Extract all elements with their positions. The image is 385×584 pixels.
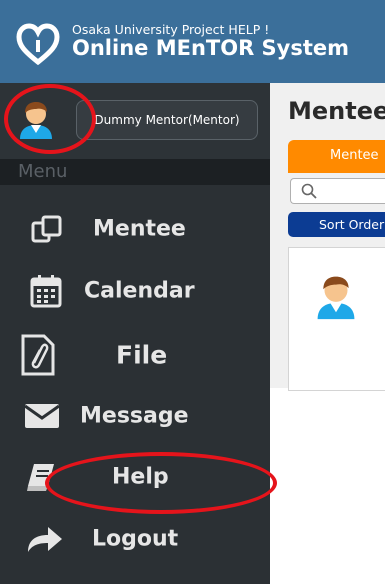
menu-label: Menu <box>18 161 68 182</box>
main-panel: Mentee Mentee Sort Order <box>270 83 385 584</box>
user-row: Dummy Mentor(Mentor) <box>0 83 270 159</box>
avatar <box>317 276 355 320</box>
sidebar-item-label: Mentee <box>93 216 186 242</box>
sidebar-item-label: Message <box>80 403 189 429</box>
sidebar-item-label: Logout <box>92 526 179 552</box>
mentee-card[interactable] <box>288 247 385 391</box>
search-input[interactable] <box>290 178 385 204</box>
main-header-area: Mentee Mentee Sort Order <box>270 83 385 391</box>
sidebar-item-mentee[interactable]: Mentee <box>0 198 270 260</box>
tab-mentee[interactable]: Mentee <box>288 140 385 173</box>
user-name: Dummy Mentor(Mentor) <box>94 113 240 127</box>
sidebar-item-logout[interactable]: Logout <box>0 508 270 570</box>
file-icon <box>21 334 55 376</box>
sort-order-label: Sort Order <box>319 217 385 232</box>
search-icon <box>301 183 317 199</box>
header-title: Online MEnTOR System <box>72 36 350 60</box>
user-name-button[interactable]: Dummy Mentor(Mentor) <box>76 100 258 140</box>
sidebar-item-calendar[interactable]: Calendar <box>0 260 270 322</box>
share-arrow-icon <box>28 527 62 552</box>
sidebar-item-label: File <box>116 340 168 370</box>
avatar[interactable] <box>16 97 56 139</box>
logo-icon <box>16 23 60 66</box>
page-title: Mentee <box>288 97 385 125</box>
app-header: Osaka University Project HELP ! Online M… <box>0 0 385 83</box>
calendar-icon <box>30 275 62 308</box>
tab-label: Mentee <box>330 148 379 163</box>
envelope-icon <box>24 404 60 428</box>
sidebar-item-message[interactable]: Message <box>0 385 270 447</box>
sidebar: Dummy Mentor(Mentor) Menu Mentee Calenda… <box>0 83 270 584</box>
header-subtitle: Osaka University Project HELP ! <box>72 22 270 37</box>
sidebar-item-label: Help <box>112 464 169 490</box>
sidebar-item-label: Calendar <box>84 278 195 304</box>
book-icon <box>27 464 54 491</box>
sort-order-button[interactable]: Sort Order <box>288 212 385 237</box>
menu-strip: Menu <box>0 159 270 185</box>
sidebar-item-file[interactable]: File <box>0 324 270 386</box>
sidebar-item-help[interactable]: Help <box>0 446 270 508</box>
mentee-icon <box>31 215 62 243</box>
